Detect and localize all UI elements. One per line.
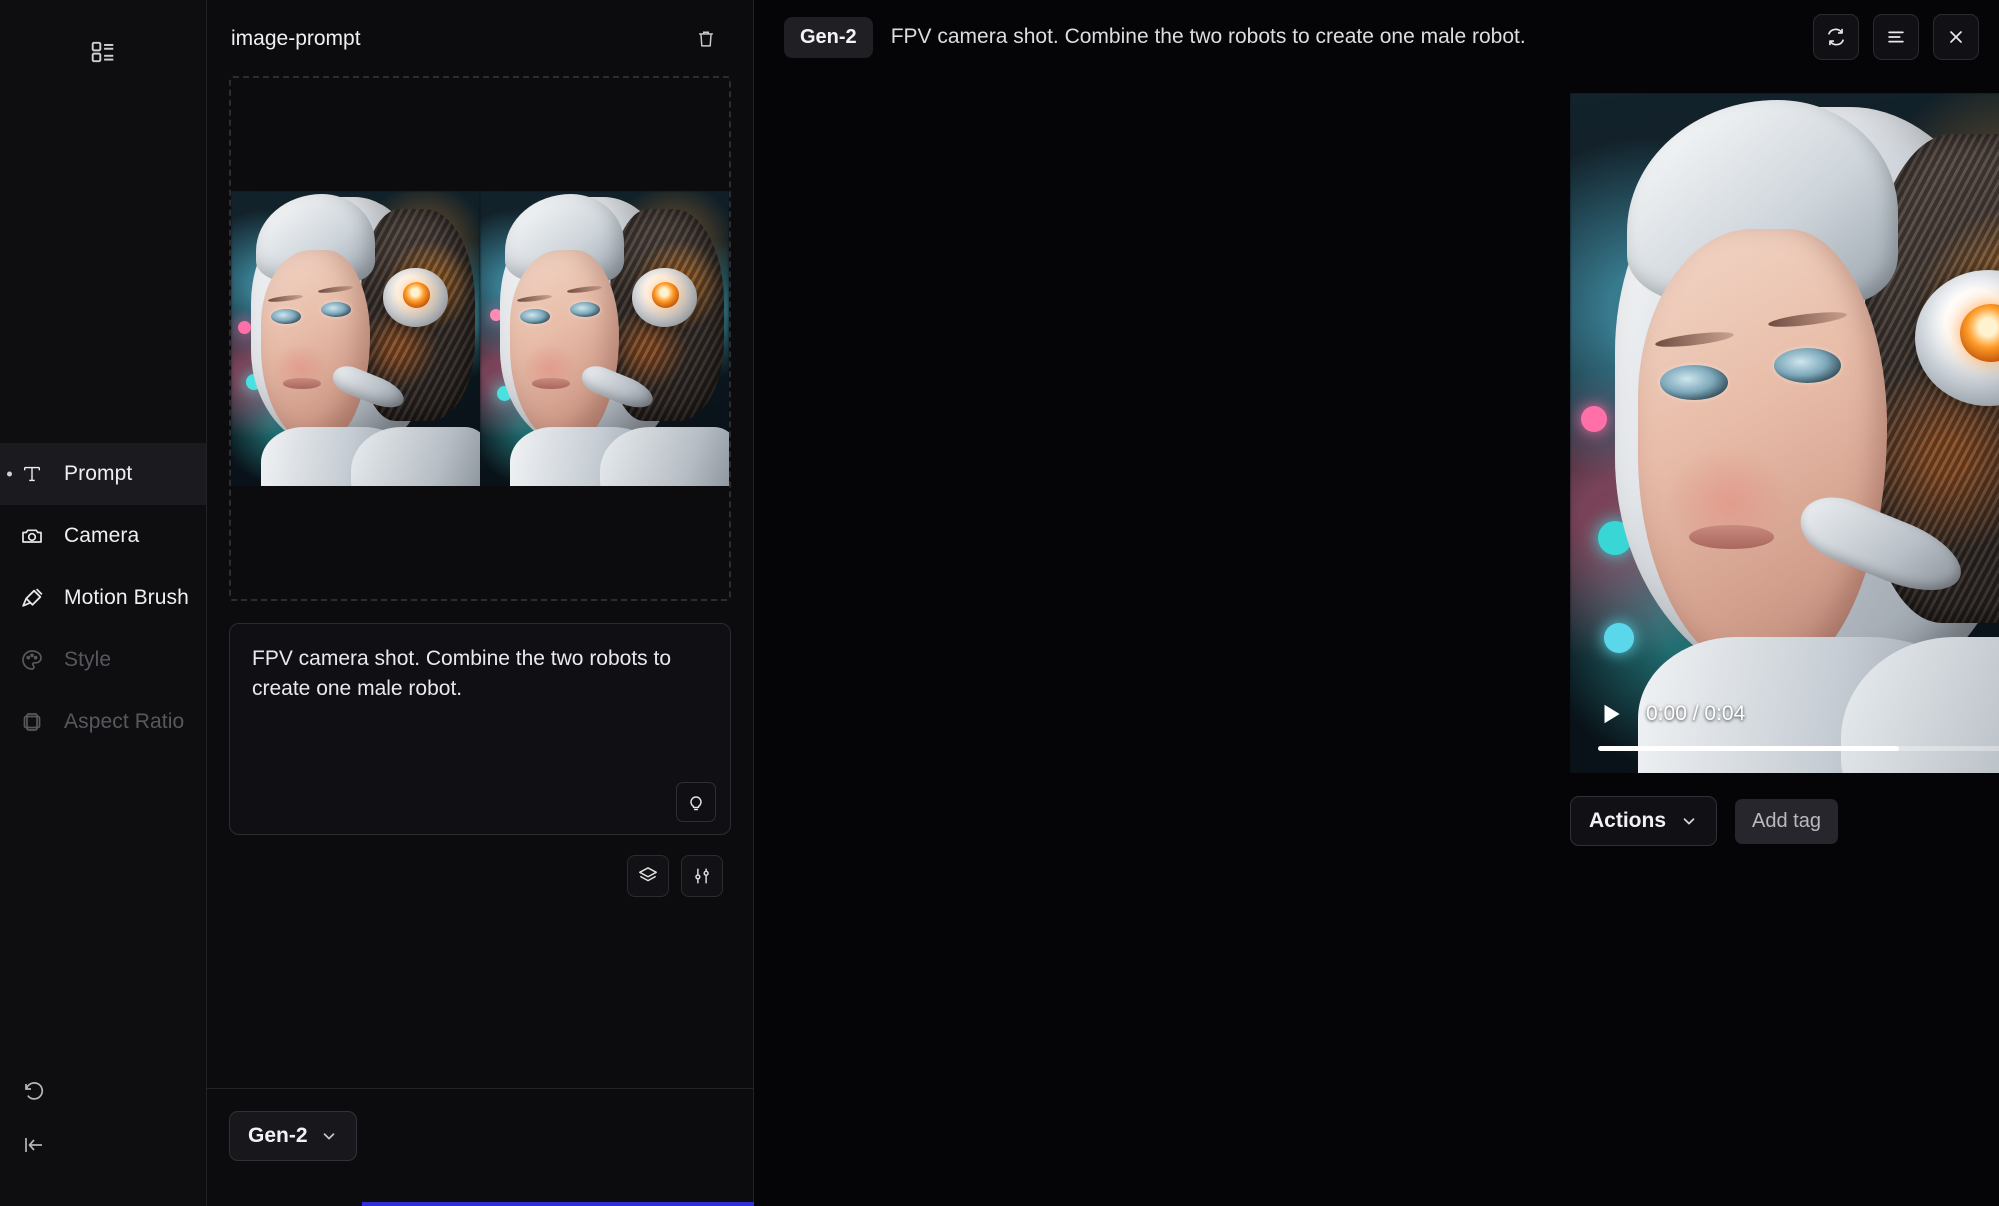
panel-layout-icon[interactable] (81, 30, 125, 74)
status-badge: Gen-2 (784, 16, 873, 58)
model-selector-label: Gen-2 (248, 1124, 308, 1147)
chevron-down-icon (1680, 812, 1698, 830)
prompt-text-value: FPV camera shot. Combine the two robots … (252, 647, 672, 701)
image-dropzone[interactable] (229, 76, 731, 601)
main-stage: Gen-2 FPV camera shot. Combine the two r… (754, 0, 1999, 1206)
panel-footer: Gen-2 (207, 1088, 772, 1206)
video-frame-left (1570, 93, 1999, 773)
paint-brush-icon (18, 586, 46, 611)
details-button[interactable] (1873, 14, 1919, 60)
stage-footer-left: Actions Add tag (1570, 796, 1838, 846)
sidebar-item-style[interactable]: Style (0, 629, 206, 691)
chevron-down-icon (320, 1127, 338, 1145)
layers-icon[interactable] (627, 855, 669, 897)
video-progress-bar[interactable] (1598, 746, 1999, 751)
sidebar-item-label: Motion Brush (64, 586, 189, 609)
add-tag-button[interactable]: Add tag (1735, 798, 1838, 844)
palette-icon (18, 648, 46, 672)
video-frames (1570, 93, 1999, 773)
collapse-sidebar-icon[interactable] (10, 1118, 56, 1172)
camera-icon (18, 524, 46, 548)
stage-footer: Actions Add tag (1570, 796, 1999, 846)
left-rail: Prompt Camera Motion Brush Style Aspect … (0, 0, 207, 1206)
close-x-icon (1946, 27, 1966, 47)
close-button[interactable] (1933, 14, 1979, 60)
sidebar-item-camera[interactable]: Camera (0, 505, 206, 567)
rail-top (0, 0, 206, 74)
refresh-regenerate-icon (1825, 26, 1847, 48)
sidebar-item-prompt[interactable]: Prompt (0, 443, 206, 505)
video-control-row: 0:00 / 0:04 (1598, 700, 1999, 728)
text-t-icon (18, 463, 46, 485)
rail-bottom (0, 1064, 206, 1206)
stage-header-buttons (1813, 14, 1979, 60)
play-icon (1598, 700, 1624, 728)
model-selector-button[interactable]: Gen-2 (229, 1111, 357, 1161)
sliders-settings-icon[interactable] (681, 855, 723, 897)
play-button[interactable] (1598, 700, 1624, 728)
video-progress-fill (1598, 746, 1899, 751)
progress-accent-bar (362, 1202, 772, 1206)
thumbnail-image-left[interactable] (231, 191, 480, 486)
prompt-panel: image-prompt FPV camera shot. Combine th… (207, 0, 772, 1206)
undo-history-icon[interactable] (10, 1064, 56, 1118)
aspect-ratio-icon (18, 710, 46, 734)
actions-button-label: Actions (1589, 809, 1667, 832)
page-title: image-prompt (231, 27, 361, 50)
video-controls: 0:00 / 0:04 (1570, 700, 1999, 773)
actions-button[interactable]: Actions (1570, 796, 1718, 846)
panel-tool-buttons (207, 835, 753, 897)
sidebar-item-aspect-ratio[interactable]: Aspect Ratio (0, 691, 206, 753)
trash-icon[interactable] (689, 22, 723, 56)
sidebar-item-label: Prompt (64, 462, 133, 485)
video-time-display: 0:00 / 0:04 (1646, 702, 1746, 725)
sidebar-item-label: Camera (64, 524, 140, 547)
video-player[interactable]: 0:00 / 0:04 (1570, 93, 1999, 773)
rail-nav-list: Prompt Camera Motion Brush Style Aspect … (0, 443, 206, 753)
image-prompt-thumbnails (231, 191, 729, 486)
list-menu-icon (1885, 26, 1907, 48)
sidebar-item-label: Aspect Ratio (64, 710, 185, 733)
thumbnail-image-right[interactable] (480, 191, 729, 486)
sidebar-item-label: Style (64, 648, 112, 671)
regenerate-button[interactable] (1813, 14, 1859, 60)
prompt-textarea[interactable]: FPV camera shot. Combine the two robots … (229, 623, 731, 835)
stage-header: Gen-2 FPV camera shot. Combine the two r… (754, 0, 1999, 74)
sidebar-item-motion-brush[interactable]: Motion Brush (0, 567, 206, 629)
lightbulb-icon[interactable] (676, 782, 716, 822)
stage-prompt-title: FPV camera shot. Combine the two robots … (890, 25, 1526, 48)
panel-header: image-prompt (207, 0, 753, 68)
app-root: Prompt Camera Motion Brush Style Aspect … (0, 0, 1999, 1206)
